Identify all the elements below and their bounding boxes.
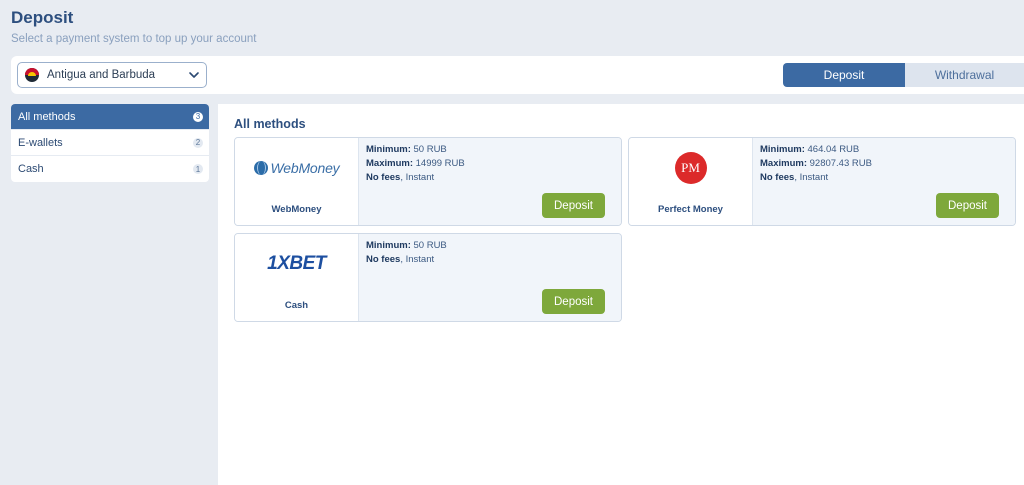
deposit-tab[interactable]: Deposit <box>783 63 905 87</box>
fees-info: No fees, Instant <box>760 172 829 183</box>
logo-text: 1XBET <box>267 253 326 274</box>
country-flag-icon <box>25 68 39 82</box>
country-select[interactable]: Antigua and Barbuda <box>17 62 207 88</box>
page-title: Deposit <box>11 8 74 27</box>
card-logo-panel: 1XBET Cash <box>235 234 359 321</box>
maximum-amount: Maximum: 14999 RUB <box>366 158 465 169</box>
payment-method-name: Cash <box>284 300 309 311</box>
sidebar-item-e-wallets[interactable]: E-wallets 2 <box>11 130 209 156</box>
method-category-sidebar: All methods 3 E-wallets 2 Cash 1 <box>11 104 209 182</box>
logo-text: PM <box>674 152 707 184</box>
onexbet-logo: 1XBET <box>235 248 358 280</box>
count-badge: 3 <box>193 111 203 122</box>
globe-icon <box>253 161 268 175</box>
deposit-button[interactable]: Deposit <box>542 193 605 218</box>
page-subtitle: Select a payment system to top up your a… <box>11 33 257 45</box>
count-badge: 2 <box>193 137 203 148</box>
card-details-panel: Minimum: 50 RUB Maximum: 14999 RUB No fe… <box>359 138 621 225</box>
fees-info: No fees, Instant <box>366 172 435 183</box>
sidebar-item-label: E-wallets <box>18 136 63 149</box>
payment-card-webmoney[interactable]: WebMoney WebMoney Minimum: 50 RUB Maximu… <box>234 137 622 226</box>
card-logo-panel: PM Perfect Money <box>629 138 753 225</box>
sidebar-item-all-methods[interactable]: All methods 3 <box>11 104 209 130</box>
webmoney-logo: WebMoney <box>235 152 358 184</box>
payment-method-name: Perfect Money <box>658 204 723 215</box>
perfect-money-logo: PM <box>629 152 752 184</box>
fees-info: No fees, Instant <box>366 254 435 265</box>
payment-card-cash[interactable]: 1XBET Cash Minimum: 50 RUB No fees, Inst… <box>234 233 622 322</box>
sidebar-item-label: All methods <box>18 110 76 123</box>
maximum-amount: Maximum: 92807.43 RUB <box>760 158 872 169</box>
payment-card-perfect-money[interactable]: PM Perfect Money Minimum: 464.04 RUB Max… <box>628 137 1016 226</box>
withdrawal-tab[interactable]: Withdrawal <box>905 63 1024 87</box>
top-bar: Antigua and Barbuda Deposit Withdrawal <box>11 56 1024 94</box>
payment-methods-panel: All methods WebMoney WebMoney Minimum: 5… <box>218 104 1024 485</box>
sidebar-item-cash[interactable]: Cash 1 <box>11 156 209 182</box>
minimum-amount: Minimum: 50 RUB <box>366 240 447 251</box>
country-select-value: Antigua and Barbuda <box>47 69 156 81</box>
logo-text: WebMoney <box>270 160 340 176</box>
deposit-button[interactable]: Deposit <box>936 193 999 218</box>
deposit-button[interactable]: Deposit <box>542 289 605 314</box>
chevron-down-icon <box>189 72 199 78</box>
card-logo-panel: WebMoney WebMoney <box>235 138 359 225</box>
section-title: All methods <box>234 117 306 131</box>
sidebar-item-label: Cash <box>18 163 44 175</box>
payment-method-name: WebMoney <box>271 204 322 215</box>
card-details-panel: Minimum: 50 RUB No fees, Instant Deposit <box>359 234 621 321</box>
card-details-panel: Minimum: 464.04 RUB Maximum: 92807.43 RU… <box>753 138 1015 225</box>
count-badge: 1 <box>193 164 203 174</box>
minimum-amount: Minimum: 464.04 RUB <box>760 144 860 155</box>
minimum-amount: Minimum: 50 RUB <box>366 144 447 155</box>
